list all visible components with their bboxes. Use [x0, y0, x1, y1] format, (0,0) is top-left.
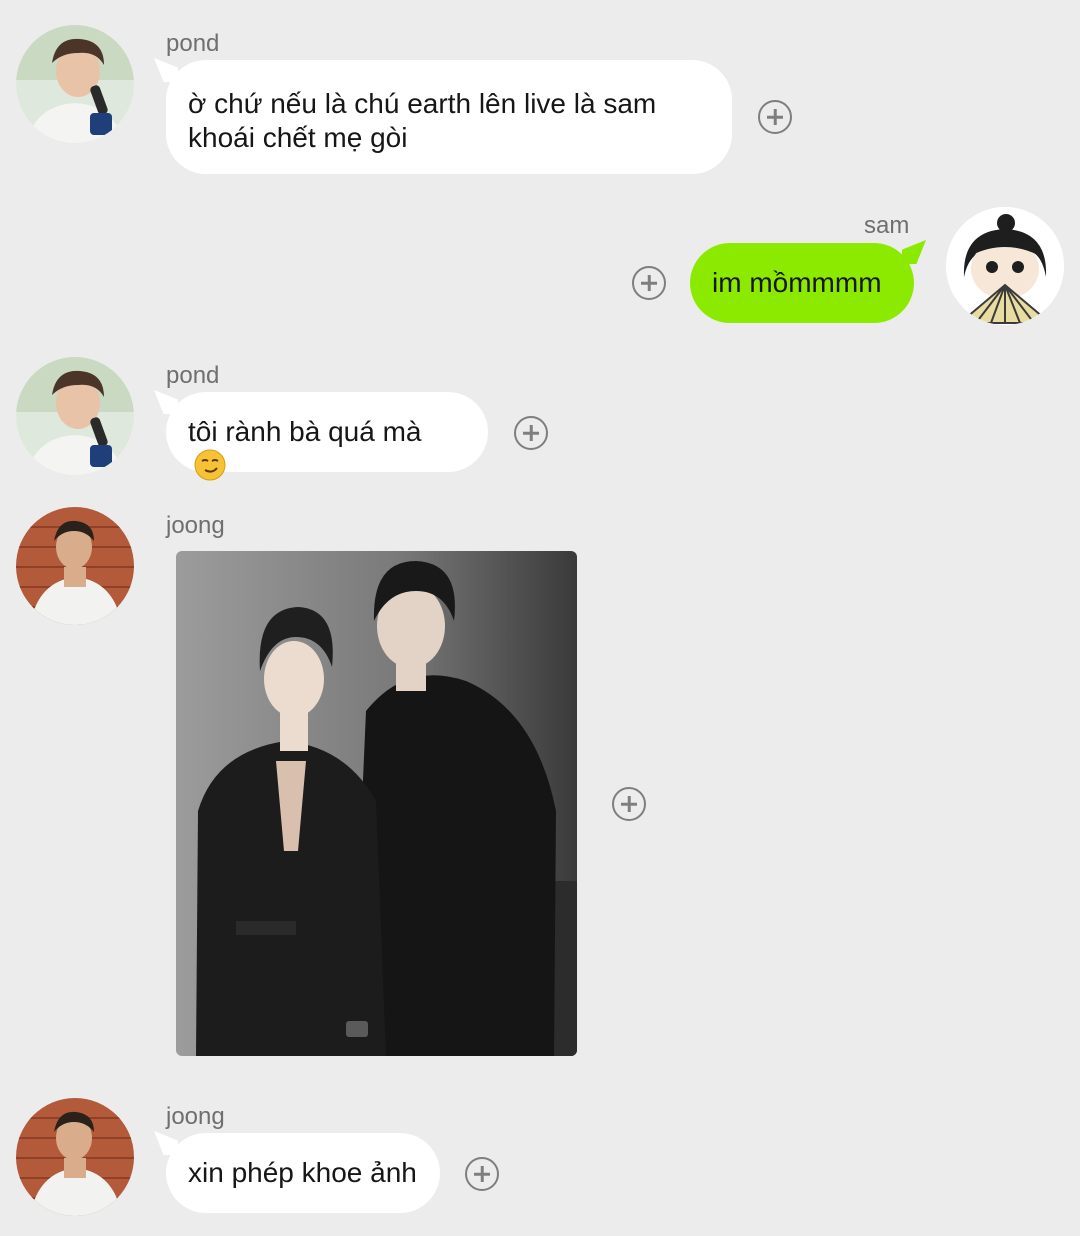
sender-name: joong — [166, 1103, 225, 1130]
sender-name: pond — [166, 30, 220, 57]
smirk-emoji — [194, 449, 226, 481]
shared-photo[interactable] — [176, 551, 577, 1056]
avatar-sam[interactable] — [946, 207, 1064, 325]
message-bubble[interactable]: xin phép khoe ảnh — [166, 1133, 440, 1213]
sender-name: joong — [166, 512, 225, 539]
sender-name: pond — [166, 362, 220, 389]
plus-circle-icon[interactable] — [514, 416, 548, 450]
avatar-pond[interactable] — [16, 357, 134, 475]
sender-name: sam — [864, 212, 910, 239]
message-bubble[interactable]: ờ chứ nếu là chú earth lên live là sam k… — [166, 60, 732, 174]
plus-circle-icon[interactable] — [632, 266, 666, 300]
message-text: im mồmmmm — [712, 267, 882, 298]
message-text-line: ờ chứ nếu là chú earth lên live là sam — [188, 88, 657, 119]
avatar-joong[interactable] — [16, 507, 134, 625]
plus-circle-icon[interactable] — [465, 1157, 499, 1191]
message-bubble[interactable]: tôi rành bà quá mà — [166, 392, 488, 481]
message-text-line: khoái chết mẹ gòi — [188, 122, 408, 153]
message-bubble[interactable]: im mồmmmm — [690, 243, 914, 323]
message-text: xin phép khoe ảnh — [188, 1157, 417, 1188]
plus-circle-icon[interactable] — [758, 100, 792, 134]
message-text: tôi rành bà quá mà — [188, 416, 422, 447]
avatar-pond[interactable] — [16, 25, 134, 143]
plus-circle-icon[interactable] — [612, 787, 646, 821]
avatar-joong[interactable] — [16, 1098, 134, 1216]
